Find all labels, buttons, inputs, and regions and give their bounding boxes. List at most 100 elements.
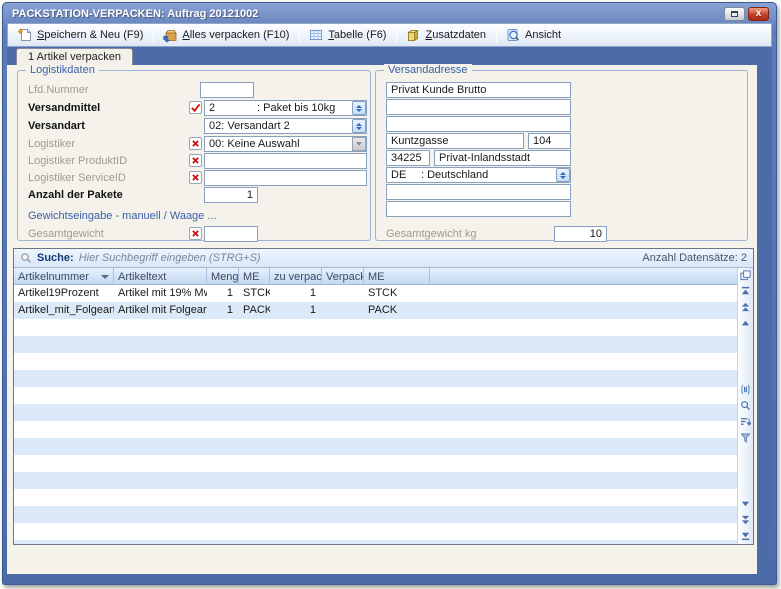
total-weight-row: Gesamtgewicht kg 10 [376, 226, 747, 242]
column-header-artikelnummer[interactable]: Artikelnummer [14, 268, 114, 284]
house-number-input[interactable]: 104 [528, 133, 571, 149]
grid-empty-rows [14, 319, 737, 544]
previous-page-icon[interactable] [740, 302, 751, 313]
extra-data-button[interactable]: Zusatzdaten [400, 24, 493, 46]
address-extra1-input[interactable] [386, 184, 571, 200]
field-logistiker: Logistiker 00: Keine Auswahl [18, 136, 370, 152]
x-icon [191, 229, 200, 238]
versandart-label: Versandart [28, 120, 85, 132]
cell-verpackt [322, 302, 364, 319]
produktid-label: Logistiker ProduktID [28, 155, 127, 167]
client-area: 1 Artikel verpacken Logistikdaten Lfd.Nu… [7, 47, 772, 574]
close-button[interactable]: x [748, 7, 769, 21]
street-row: Kuntzgasse 104 [376, 133, 747, 149]
field-logistiker-produktid: Logistiker ProduktID [18, 153, 370, 169]
city-row: 34225 Privat-Inlandsstadt [376, 150, 747, 166]
cell-artikelnummer: Artikel19Prozent [14, 285, 114, 302]
street-input[interactable]: Kuntzgasse [386, 133, 524, 149]
logistiker-clear-button[interactable] [189, 137, 202, 150]
field-lfd-nummer: Lfd.Nummer [18, 82, 370, 98]
lfd-nummer-input[interactable] [200, 82, 254, 98]
produktid-input[interactable] [204, 153, 367, 169]
filter-icon[interactable] [740, 432, 751, 443]
column-chooser-icon[interactable] [740, 270, 751, 281]
address-name1-input[interactable]: Privat Kunde Brutto [386, 82, 571, 98]
x-icon [191, 173, 200, 182]
column-header-verpackt[interactable]: Verpackt [322, 268, 364, 284]
app-window: PACKSTATION-VERPACKEN: Auftrag 20121002 … [2, 2, 777, 585]
first-row-icon[interactable] [740, 286, 751, 297]
pack-all-icon [162, 27, 178, 43]
window-title: PACKSTATION-VERPACKEN: Auftrag 20121002 [12, 8, 721, 20]
zip-input[interactable]: 34225 [386, 150, 430, 166]
versandart-text: 02: Versandart 2 [209, 120, 352, 132]
spinner-icon[interactable] [556, 168, 570, 182]
restore-button[interactable] [724, 7, 745, 21]
cell-me: PACK [239, 302, 270, 319]
logistiker-label: Logistiker [28, 138, 75, 150]
show-panels-icon[interactable] [740, 384, 751, 395]
column-header-artikeltext[interactable]: Artikeltext [114, 268, 207, 284]
gesamtgewicht-clear-button[interactable] [189, 227, 202, 240]
serviceid-label: Logistiker ServiceID [28, 172, 126, 184]
cell-me: STCK [239, 285, 270, 302]
last-row-icon[interactable] [740, 530, 751, 541]
main-toolbar: Speichern & Neu (F9) Alles verpacken (F1… [7, 23, 772, 47]
country-combo[interactable]: DE : Deutschland [386, 167, 571, 183]
column-header-me2[interactable]: ME [364, 268, 430, 284]
city-input[interactable]: Privat-Inlandsstadt [434, 150, 571, 166]
grid-navigator [737, 268, 753, 544]
toolbar-separator [396, 27, 397, 43]
pack-all-button[interactable]: Alles verpacken (F10) [157, 24, 296, 46]
x-icon [191, 156, 200, 165]
address-name3-input[interactable] [386, 116, 571, 132]
table-row[interactable]: Artikel_mit_Folgeartikel Artikel mit Fol… [14, 302, 737, 319]
table-button[interactable]: Tabelle (F6) [303, 24, 393, 46]
column-header-zu-verpacken[interactable]: zu verpacke [270, 268, 322, 284]
save-new-icon [17, 27, 33, 43]
field-logistiker-serviceid: Logistiker ServiceID [18, 170, 370, 186]
versandmittel-check-button[interactable] [189, 101, 202, 114]
extra-data-icon [405, 27, 421, 43]
article-grid: Suche: Hier Suchbegriff eingeben (STRG+S… [13, 248, 754, 545]
next-row-icon[interactable] [740, 498, 751, 509]
weight-entry-heading[interactable]: Gewichtseingabe - manuell / Waage ... [28, 210, 217, 222]
anzahl-pakete-input[interactable]: 1 [204, 187, 258, 203]
versandmittel-combo[interactable]: 2 : Paket bis 10kg [204, 100, 367, 116]
anzahl-pakete-label: Anzahl der Pakete [28, 189, 123, 201]
column-header-me[interactable]: ME [239, 268, 270, 284]
total-weight-input[interactable]: 10 [554, 226, 607, 242]
table-row[interactable]: Artikel19Prozent Artikel mit 19% MwSt. 1… [14, 285, 737, 302]
search-icon[interactable] [740, 400, 751, 411]
tab-artikel-verpacken[interactable]: 1 Artikel verpacken [16, 48, 133, 65]
total-weight-label: Gesamtgewicht kg [386, 228, 476, 240]
cell-verpackt [322, 285, 364, 302]
gesamtgewicht-input[interactable] [204, 226, 258, 242]
address-name2-input[interactable] [386, 99, 571, 115]
dropdown-arrow-icon[interactable] [352, 137, 366, 151]
logistiker-combo[interactable]: 00: Keine Auswahl [204, 136, 367, 152]
cell-artikeltext: Artikel mit Folgeartikel [114, 302, 207, 319]
serviceid-clear-button[interactable] [189, 171, 202, 184]
previous-row-icon[interactable] [740, 318, 751, 329]
view-icon [505, 27, 521, 43]
sort-icon[interactable] [740, 416, 751, 427]
produktid-clear-button[interactable] [189, 154, 202, 167]
serviceid-input[interactable] [204, 170, 367, 186]
toolbar-separator [299, 27, 300, 43]
x-icon [191, 139, 200, 148]
search-input[interactable]: Hier Suchbegriff eingeben (STRG+S) [79, 252, 638, 264]
versandart-combo[interactable]: 02: Versandart 2 [204, 118, 367, 134]
sort-indicator-icon[interactable] [101, 275, 109, 279]
table-icon [308, 27, 324, 43]
view-button[interactable]: Ansicht [500, 24, 568, 46]
spinner-icon[interactable] [352, 101, 366, 115]
spinner-icon[interactable] [352, 119, 366, 133]
search-label: Suche: [37, 252, 74, 264]
field-gesamtgewicht: Gesamtgewicht [18, 226, 370, 242]
column-header-menge[interactable]: Menge [207, 268, 239, 284]
address-extra2-input[interactable] [386, 201, 571, 217]
toolbar-separator [496, 27, 497, 43]
save-new-button[interactable]: Speichern & Neu (F9) [12, 24, 150, 46]
next-page-icon[interactable] [740, 514, 751, 525]
